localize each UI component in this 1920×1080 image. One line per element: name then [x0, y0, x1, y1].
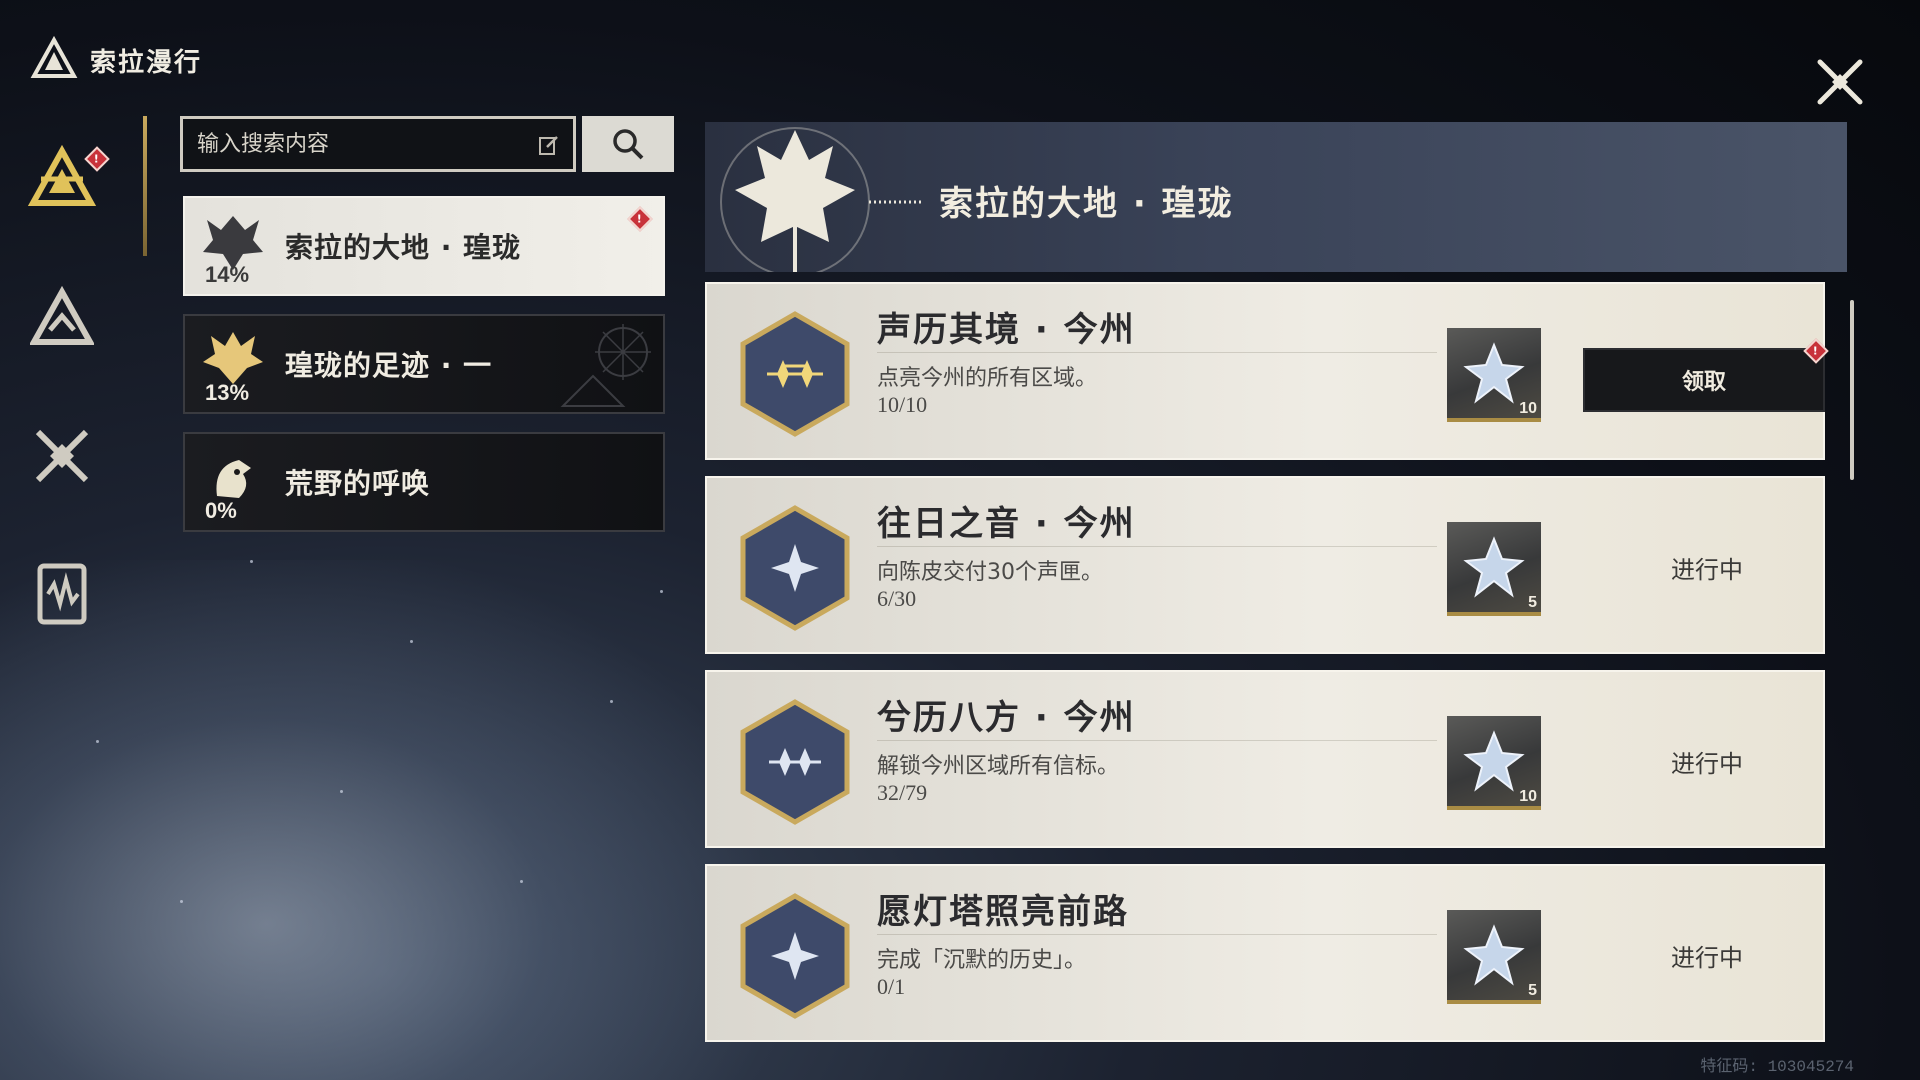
- alert-badge: !: [627, 206, 653, 232]
- watermark-text: 特征码: 103045274: [1700, 1058, 1854, 1076]
- category-percent: 13%: [205, 380, 250, 405]
- achievement-card: 声历其境 · 今州 点亮今州的所有区域。 10/10 10 领取 !: [705, 282, 1829, 460]
- achievement-badge-icon: [740, 505, 850, 631]
- banner-title: 索拉的大地 · 瑝珑: [939, 184, 1234, 224]
- edit-icon[interactable]: [538, 134, 560, 156]
- reward-item[interactable]: 5: [1447, 522, 1541, 616]
- achievement-progress: 0/1: [877, 974, 906, 999]
- app-title: 索拉漫行: [90, 47, 203, 78]
- reward-item[interactable]: 10: [1447, 716, 1541, 810]
- achievement-title: 往日之音 · 今州: [877, 504, 1136, 544]
- rail-item-combat[interactable]: [22, 416, 102, 496]
- achievement-badge-icon: [740, 893, 850, 1019]
- achievement-title: 愿灯塔照亮前路: [877, 892, 1129, 932]
- achievement-description: 向陈皮交付30个声匣。: [877, 560, 1103, 585]
- category-item[interactable]: 13% 瑝珑的足迹 · 一: [183, 314, 665, 414]
- reward-item[interactable]: 5: [1447, 910, 1541, 1004]
- divider: [877, 352, 1437, 353]
- close-icon[interactable]: [1810, 52, 1870, 112]
- crossed-swords-icon: [35, 429, 89, 483]
- search-icon: [613, 129, 644, 160]
- category-label: 索拉的大地 · 瑝珑: [285, 231, 522, 264]
- reward-count: 10: [1519, 788, 1537, 805]
- divider: [877, 546, 1437, 547]
- search-button[interactable]: [582, 116, 674, 172]
- achievement-scrollbar[interactable]: [1850, 300, 1854, 480]
- achievement-description: 完成「沉默的历史」。: [877, 948, 1087, 973]
- achievement-badge-icon: [740, 311, 850, 437]
- category-percent: 0%: [205, 498, 237, 523]
- status-label: 进行中: [1671, 944, 1743, 972]
- rail-item-sound[interactable]: [22, 554, 102, 634]
- achievement-description: 点亮今州的所有区域。: [877, 366, 1098, 391]
- mountain-triangle-icon: [30, 286, 94, 345]
- category-item[interactable]: 0% 荒野的呼唤: [183, 432, 665, 532]
- achievement-progress: 32/79: [877, 780, 928, 805]
- achievement-description: 解锁今州区域所有信标。: [877, 754, 1120, 779]
- app-logo-icon: [30, 36, 78, 78]
- dragon-emblem-icon: [720, 127, 923, 272]
- achievement-list: 声历其境 · 今州 点亮今州的所有区域。 10/10 10 领取 ! 往日之音 …: [705, 282, 1835, 1042]
- category-label: 瑝珑的足迹 · 一: [285, 349, 493, 382]
- achievement-card: 兮历八方 · 今州 解锁今州区域所有信标。 32/79 10 进行中: [705, 670, 1825, 848]
- achievement-title: 声历其境 · 今州: [877, 310, 1136, 350]
- search-bar: [180, 116, 674, 172]
- claim-button[interactable]: 领取: [1583, 348, 1825, 412]
- reward-count: 10: [1519, 400, 1537, 417]
- category-label: 荒野的呼唤: [285, 467, 431, 500]
- achievement-badge-icon: [740, 699, 850, 825]
- achievement-card: 愿灯塔照亮前路 完成「沉默的历史」。 0/1 5 进行中: [705, 864, 1825, 1042]
- compass-decoration-icon: [560, 324, 651, 407]
- star-crystal-icon: [1463, 342, 1525, 404]
- search-input[interactable]: [180, 116, 576, 172]
- rail-active-indicator: [143, 116, 147, 256]
- star-crystal-icon: [1463, 730, 1525, 792]
- category-list: 14% 索拉的大地 · 瑝珑 ! 13% 瑝珑的足迹 · 一 0% 荒野的呼唤: [183, 196, 665, 550]
- category-banner: 索拉的大地 · 瑝珑: [705, 122, 1847, 272]
- side-rail: !: [22, 140, 122, 692]
- achievement-progress: 10/10: [877, 392, 928, 417]
- category-item[interactable]: 14% 索拉的大地 · 瑝珑 !: [183, 196, 665, 296]
- waveform-card-icon: [37, 563, 87, 625]
- reward-count: 5: [1528, 982, 1537, 999]
- title-bar: 索拉漫行: [30, 30, 202, 90]
- divider: [877, 934, 1437, 935]
- star-crystal-icon: [1463, 924, 1525, 986]
- category-percent: 14%: [205, 262, 250, 287]
- rail-item-explore[interactable]: !: [22, 140, 110, 220]
- achievement-card: 往日之音 · 今州 向陈皮交付30个声匣。 6/30 5 进行中: [705, 476, 1825, 654]
- rail-item-map[interactable]: [22, 278, 102, 358]
- star-crystal-icon: [1463, 536, 1525, 598]
- divider: [877, 740, 1437, 741]
- status-label: 进行中: [1671, 750, 1743, 778]
- reward-item[interactable]: 10: [1447, 328, 1541, 422]
- achievement-progress: 6/30: [877, 586, 917, 611]
- achievement-title: 兮历八方 · 今州: [877, 698, 1136, 738]
- status-label: 进行中: [1671, 556, 1743, 584]
- reward-count: 5: [1528, 594, 1537, 611]
